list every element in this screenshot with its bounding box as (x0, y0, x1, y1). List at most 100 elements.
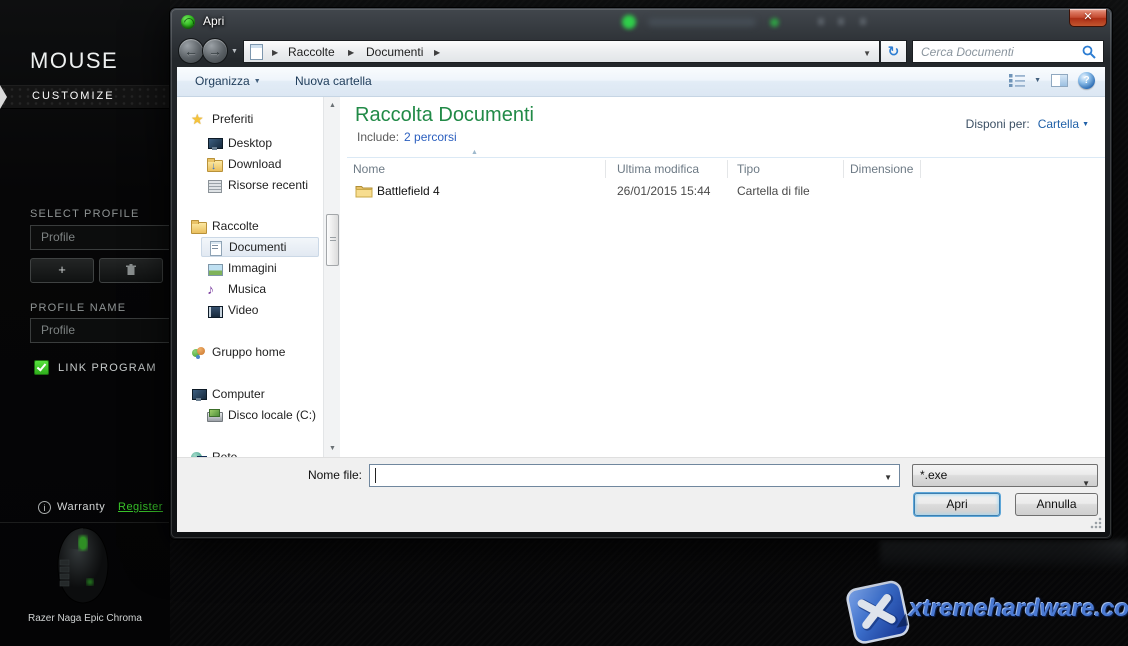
sidebar-item-disco-locale[interactable]: Disco locale (C:) (201, 405, 316, 425)
file-row-battlefield-4[interactable]: Battlefield 4 26/01/2015 15:44 Cartella … (347, 181, 1105, 203)
dialog-footer: Nome file: ▼ *.exe ▼ Apri Annulla (177, 457, 1105, 532)
chevron-down-icon: ▼ (1082, 121, 1089, 128)
blurred-window-control (860, 18, 866, 25)
watermark-text: xtremehardware.com (909, 595, 1128, 623)
delete-profile-button[interactable] (99, 258, 163, 283)
sidebar-item-computer[interactable]: Computer (185, 384, 265, 404)
tab-customize[interactable]: CUSTOMIZE (32, 90, 115, 102)
new-folder-label: Nuova cartella (295, 74, 372, 88)
profile-select-dropdown[interactable]: Profile (30, 225, 170, 250)
sidebar-scrollbar[interactable]: ▲ ▼ (323, 97, 340, 457)
new-folder-button[interactable]: Nuova cartella (295, 74, 372, 88)
refresh-button[interactable]: ↻ (881, 40, 907, 63)
sidebar-item-desktop[interactable]: Desktop (201, 133, 272, 153)
dialog-titlebar[interactable]: Apri ✕ (170, 8, 1112, 36)
sidebar-item-musica[interactable]: ♪ Musica (201, 279, 266, 299)
chevron-right-icon[interactable]: ▶ (434, 48, 440, 57)
history-dropdown-icon[interactable]: ▼ (231, 48, 238, 55)
link-program-checkbox[interactable] (34, 360, 49, 375)
arrange-by-control[interactable]: Disponi per:Cartella▼ (966, 117, 1089, 131)
sidebar-item-video[interactable]: Video (201, 300, 258, 320)
sidebar-label: Computer (212, 387, 265, 401)
arrange-value[interactable]: Cartella (1038, 117, 1079, 131)
column-header-dimensione[interactable]: Dimensione (850, 162, 913, 176)
preview-pane-button[interactable] (1051, 74, 1068, 87)
file-type: Cartella di file (737, 184, 810, 198)
watermark-x-icon (843, 575, 915, 646)
breadcrumb[interactable]: ▶ Raccolte ▶ Documenti ▶ ▼ (243, 40, 880, 63)
address-dropdown-icon[interactable]: ▼ (863, 49, 871, 58)
scroll-up-icon[interactable]: ▲ (324, 97, 341, 114)
scroll-down-icon[interactable]: ▼ (324, 440, 341, 457)
column-header-tipo[interactable]: Tipo (737, 162, 760, 176)
star-icon: ★ (191, 112, 206, 127)
sidebar-item-immagini[interactable]: Immagini (201, 258, 277, 278)
column-divider[interactable] (920, 160, 921, 178)
open-button[interactable]: Apri (914, 493, 1000, 516)
chevron-down-icon: ▼ (1034, 77, 1041, 84)
sidebar-item-preferiti[interactable]: ★ Preferiti (185, 109, 253, 129)
profile-name-input[interactable]: Profile (30, 318, 170, 343)
filename-input[interactable]: ▼ (369, 464, 900, 487)
column-divider[interactable] (605, 160, 606, 178)
chevron-down-icon: ▼ (254, 78, 261, 85)
include-label: Include: (357, 130, 399, 144)
forward-button[interactable]: → (202, 38, 228, 64)
back-button[interactable]: ← (178, 38, 204, 64)
sidebar-item-risorse-recenti[interactable]: Risorse recenti (201, 175, 308, 195)
breadcrumb-documenti[interactable]: Documenti (366, 45, 423, 59)
chevron-right-icon[interactable]: ▶ (272, 48, 278, 57)
sidebar-item-raccolte[interactable]: Raccolte (185, 216, 259, 236)
chevron-down-icon[interactable]: ▼ (884, 473, 892, 482)
search-input[interactable]: Cerca Documenti (921, 45, 1014, 59)
cancel-button[interactable]: Annulla (1015, 493, 1098, 516)
filetype-select[interactable]: *.exe ▼ (912, 464, 1098, 487)
desktop-icon (207, 136, 222, 151)
sidebar-label: Musica (228, 282, 266, 296)
column-divider[interactable] (727, 160, 728, 178)
close-button[interactable]: ✕ (1069, 9, 1107, 27)
sidebar-item-gruppo-home[interactable]: Gruppo home (185, 342, 285, 362)
pictures-icon (207, 261, 222, 276)
resize-grip[interactable] (1090, 517, 1102, 529)
help-button[interactable]: ? (1078, 72, 1095, 89)
device-name-label: Razer Naga Epic Chroma (28, 613, 142, 624)
sidebar-label: Preferiti (212, 112, 253, 126)
sort-ascending-icon: ▲ (471, 149, 478, 156)
column-divider[interactable] (843, 160, 844, 178)
column-header-nome[interactable]: Nome (353, 162, 385, 176)
sidebar-label: Download (228, 157, 281, 171)
desktop-background: MOUSE CUSTOMIZE SELECT PROFILE Profile +… (0, 0, 1128, 646)
search-icon (1082, 45, 1096, 59)
library-title: Raccolta Documenti (355, 104, 534, 127)
profile-name-label: PROFILE NAME (30, 302, 126, 314)
register-link[interactable]: Register (118, 501, 163, 513)
chevron-right-icon[interactable]: ▶ (348, 48, 354, 57)
breadcrumb-raccolte[interactable]: Raccolte (288, 45, 335, 59)
sidebar-item-download[interactable]: ↓ Download (201, 154, 281, 174)
computer-icon (191, 387, 206, 402)
refresh-icon: ↻ (881, 41, 906, 62)
blurred-account-text (648, 18, 756, 26)
change-view-button[interactable]: ▼ (1009, 74, 1041, 87)
folder-icon (355, 183, 373, 198)
file-name[interactable]: Battlefield 4 (377, 184, 440, 198)
filetype-value: *.exe (920, 468, 947, 482)
column-header-ultima-modifica[interactable]: Ultima modifica (617, 162, 699, 176)
blurred-window-control (818, 18, 824, 25)
add-profile-button[interactable]: + (30, 258, 94, 283)
column-header-row: Nome Ultima modifica Tipo Dimensione (347, 157, 1105, 179)
info-icon: i (38, 501, 51, 514)
sidebar-label: Raccolte (212, 219, 259, 233)
sidebar-label: Immagini (228, 261, 277, 275)
organize-menu[interactable]: Organizza▼ (195, 74, 261, 88)
file-list-pane: Raccolta Documenti Include: 2 percorsi Di… (347, 97, 1105, 457)
scrollbar-thumb[interactable] (326, 214, 339, 266)
search-box[interactable]: Cerca Documenti (912, 40, 1104, 63)
razer-app-panel: MOUSE CUSTOMIZE SELECT PROFILE Profile +… (0, 0, 170, 646)
command-toolbar: Organizza▼ Nuova cartella ▼ ? (177, 67, 1105, 97)
sidebar-label: Documenti (229, 240, 286, 254)
forward-arrow-icon: → (203, 39, 227, 63)
sidebar-item-documenti[interactable]: Documenti (201, 237, 319, 257)
include-locations-link[interactable]: 2 percorsi (404, 130, 457, 144)
